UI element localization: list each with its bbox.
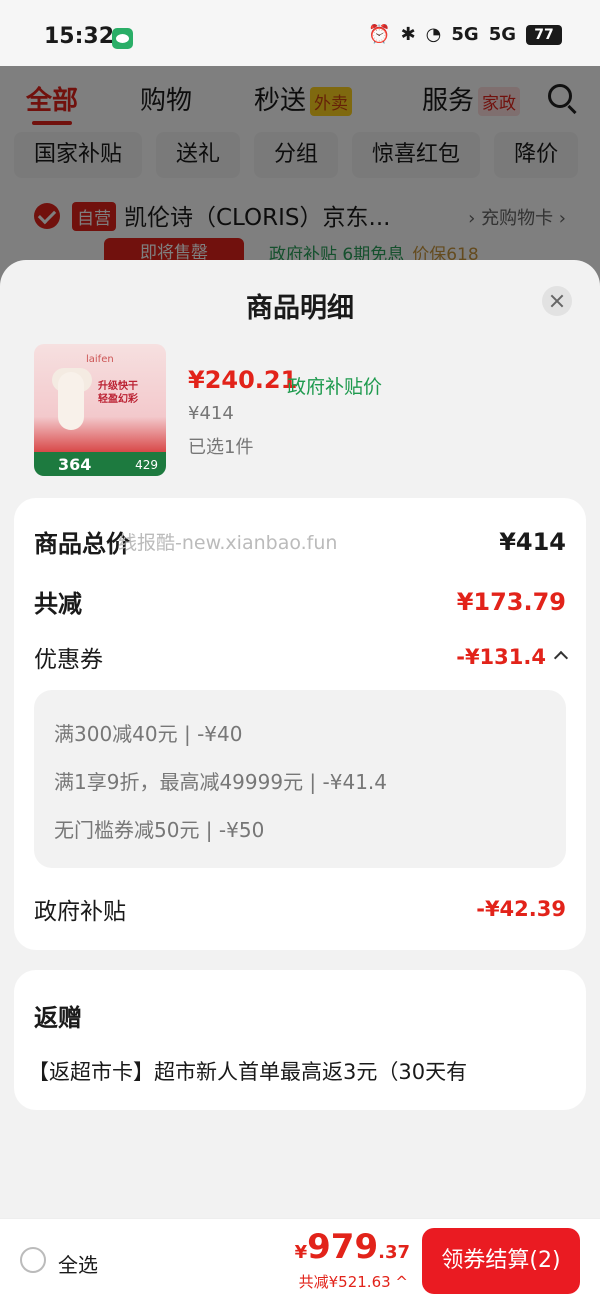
gift-title: 返赠 — [34, 1004, 82, 1032]
chevron-up-icon[interactable] — [553, 650, 569, 666]
reduce-label: 共减 — [34, 590, 82, 618]
clock: 15:32 — [44, 24, 115, 49]
reduce-row: 共减 ¥173.79 — [34, 584, 566, 619]
status-bar: 15:32 ⏰ ✱ ◔ 5G 5G 77 — [0, 0, 600, 66]
signal-5g-icon-2: 5G — [488, 24, 516, 45]
select-all-label[interactable]: 全选 — [58, 1249, 98, 1278]
gov-subsidy-row: 政府补贴 -¥42.39 — [34, 892, 566, 926]
watermark: 线报酷-new.xianbao.fun — [118, 532, 338, 554]
total-price-decimal: .37 — [378, 1242, 410, 1263]
thumb-slogan: 升级快干 轻盈幻彩 — [98, 381, 138, 405]
currency-symbol: ¥ — [294, 1242, 308, 1263]
coupon-list: 满300减40元 | -¥40 满1享9折，最高减49999元 | -¥41.4… — [34, 690, 566, 868]
price-breakdown-card: 商品总价 ¥414 线报酷-new.xianbao.fun 共减 ¥173.79… — [14, 498, 586, 950]
signal-5g-icon: 5G — [451, 24, 479, 45]
total-price: ¥979.37 — [295, 1227, 410, 1267]
subsidy-price-label: 政府补贴价 — [287, 376, 383, 398]
product-image: laifen 升级快干 轻盈幻彩 364 429 — [34, 344, 166, 476]
reduce-value: ¥173.79 — [456, 587, 566, 616]
coupon-value: -¥131.4 — [456, 645, 546, 669]
bluetooth-icon: ✱ — [400, 24, 416, 45]
select-all-radio[interactable] — [20, 1247, 46, 1273]
wechat-icon — [112, 28, 133, 49]
battery-icon: 77 — [526, 24, 562, 45]
coupon-item: 无门槛券减50元 | -¥50 — [54, 818, 265, 842]
coupon-label: 优惠券 — [34, 647, 103, 673]
gov-subsidy-label: 政府补贴 — [34, 899, 126, 925]
close-button[interactable] — [542, 286, 572, 316]
coupon-value-wrap: -¥131.4 — [456, 645, 569, 669]
gov-subsidy-value: -¥42.39 — [476, 897, 566, 921]
thumb-price-original: 429 — [135, 458, 158, 472]
total-value: ¥414 — [499, 527, 566, 556]
coupon-item: 满1享9折，最高减49999元 | -¥41.4 — [54, 770, 387, 794]
subsidy-price: ¥240.21 — [188, 366, 298, 394]
gift-card: 返赠 【返超市卡】超市新人首单最高返3元（30天有 — [14, 970, 586, 1110]
wifi-icon: ◔ — [425, 24, 442, 45]
checkout-bar: 全选 ¥979.37 共减¥521.63 ^ 领券结算(2) — [0, 1218, 600, 1302]
hair-dryer-body — [58, 372, 84, 430]
thumb-brand: laifen — [86, 354, 114, 365]
total-saving[interactable]: 共减¥521.63 ^ — [299, 1271, 408, 1292]
checkout-button[interactable]: 领券结算(2) — [422, 1228, 580, 1294]
coupon-item: 满300减40元 | -¥40 — [54, 722, 243, 746]
coupon-row[interactable]: 优惠券 -¥131.4 — [34, 640, 569, 674]
sheet-title: 商品明细 — [246, 293, 354, 324]
total-price-integer: 979 — [307, 1227, 379, 1267]
alarm-icon: ⏰ — [368, 24, 391, 45]
status-icons: ⏰ ✱ ◔ 5G 5G 77 — [368, 24, 562, 45]
gift-text: 【返超市卡】超市新人首单最高返3元（30天有 — [28, 1060, 468, 1084]
original-price: ¥414 — [188, 403, 234, 424]
thumb-price: 364 — [58, 455, 92, 474]
selected-count: 已选1件 — [188, 437, 254, 458]
product-detail-sheet: 商品明细 laifen 升级快干 轻盈幻彩 364 429 ¥240.21 政府… — [0, 260, 600, 1220]
total-label: 商品总价 — [34, 530, 130, 558]
